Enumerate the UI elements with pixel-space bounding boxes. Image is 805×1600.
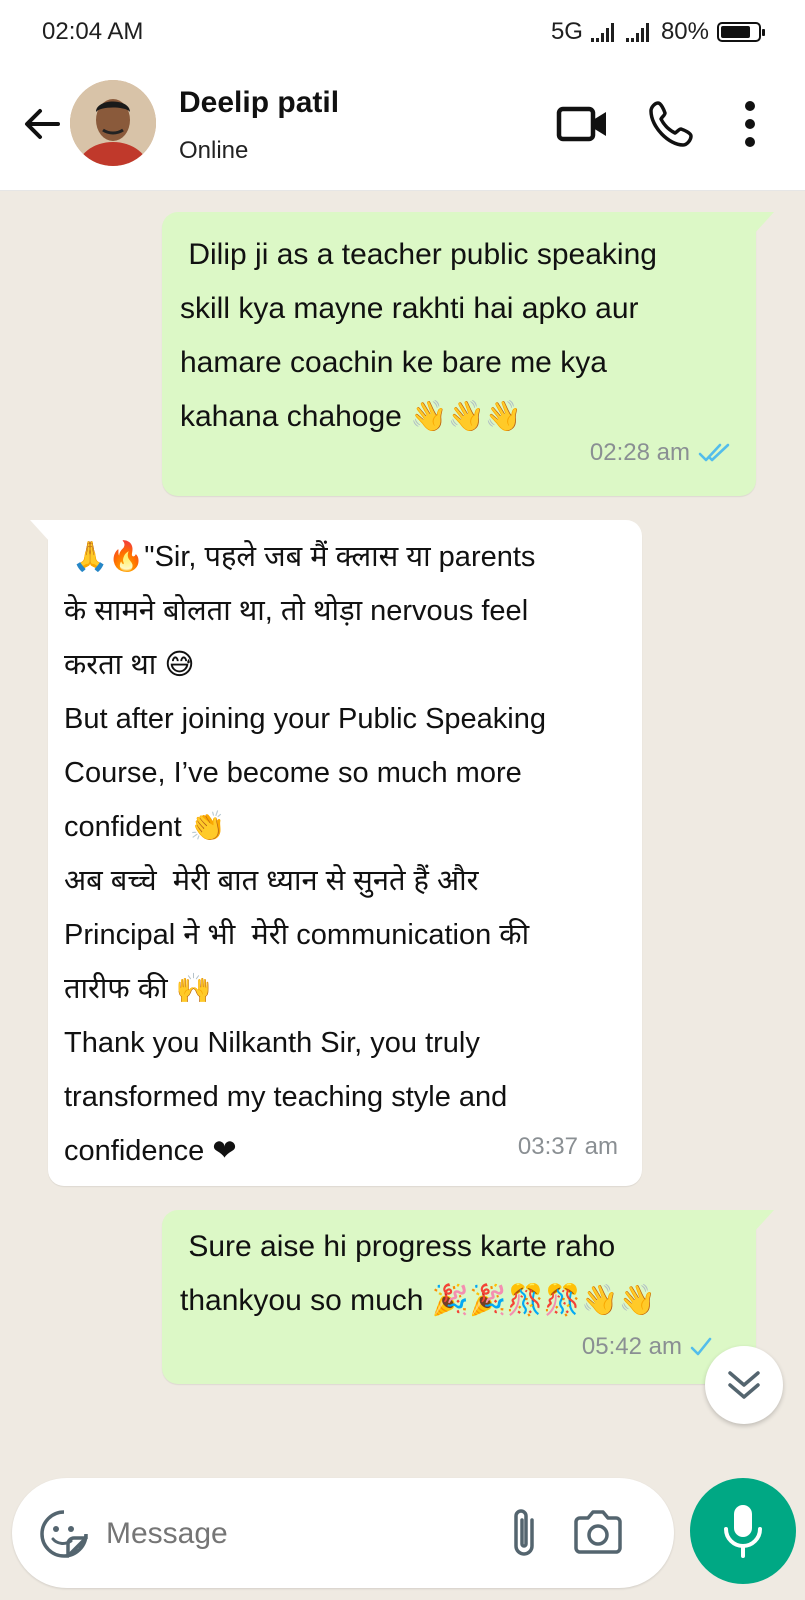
message-outgoing[interactable]: Dilip ji as a teacher public speaking sk… — [162, 212, 774, 496]
message-input[interactable] — [104, 1506, 488, 1562]
chat-header: Deelip patil Online — [0, 64, 805, 191]
bubble-tail — [754, 1210, 774, 1232]
status-indicators: 5G 80% — [550, 18, 765, 46]
message-text: Dilip ji as a teacher public speaking sk… — [180, 238, 657, 433]
bubble-tail — [30, 520, 50, 542]
contact-name[interactable]: Deelip patil — [179, 86, 339, 120]
message-meta: 02:28 am — [590, 426, 732, 480]
message-time: 02:28 am — [589, 439, 690, 466]
avatar[interactable] — [70, 80, 156, 166]
mic-icon — [724, 1505, 762, 1558]
bubble-tail — [754, 212, 774, 234]
double-check-read-icon — [698, 443, 730, 462]
status-bar: 02:04 AM 5G 80% — [0, 0, 805, 64]
video-call-icon[interactable] — [553, 94, 613, 154]
attach-icon[interactable] — [506, 1506, 542, 1562]
message-time: 05:42 am — [581, 1333, 682, 1360]
contact-status: Online — [179, 137, 249, 164]
battery-percent: 80% — [660, 18, 709, 45]
phone-icon[interactable] — [642, 94, 702, 154]
message-meta: 05:42 am — [582, 1320, 712, 1374]
message-outgoing[interactable]: Sure aise hi progress karte raho thankyo… — [162, 1210, 774, 1384]
status-time: 02:04 AM — [42, 18, 144, 45]
battery-icon — [717, 22, 765, 42]
more-vert-icon[interactable] — [720, 94, 780, 154]
signal-icon — [590, 22, 614, 42]
battery-fill — [721, 26, 750, 38]
voice-record-button[interactable] — [690, 1478, 796, 1584]
single-check-icon — [690, 1337, 712, 1356]
back-arrow-icon[interactable] — [18, 100, 66, 148]
camera-icon[interactable] — [570, 1506, 626, 1558]
message-incoming[interactable]: 🙏🔥"Sir, पहले जब मैं क्लास या parents के … — [30, 520, 642, 1186]
message-text: 🙏🔥"Sir, पहले जब मैं क्लास या parents के … — [64, 541, 547, 1167]
message-composer — [12, 1478, 674, 1588]
signal-icon — [625, 22, 649, 42]
message-meta: 03:37 am — [518, 1120, 618, 1174]
sticker-icon[interactable] — [38, 1508, 90, 1560]
double-chevron-down-icon — [728, 1371, 760, 1399]
message-time: 03:37 am — [517, 1133, 618, 1160]
message-text: Sure aise hi progress karte raho thankyo… — [180, 1230, 656, 1317]
network-type: 5G — [550, 18, 583, 45]
scroll-to-bottom-button[interactable] — [705, 1346, 783, 1424]
